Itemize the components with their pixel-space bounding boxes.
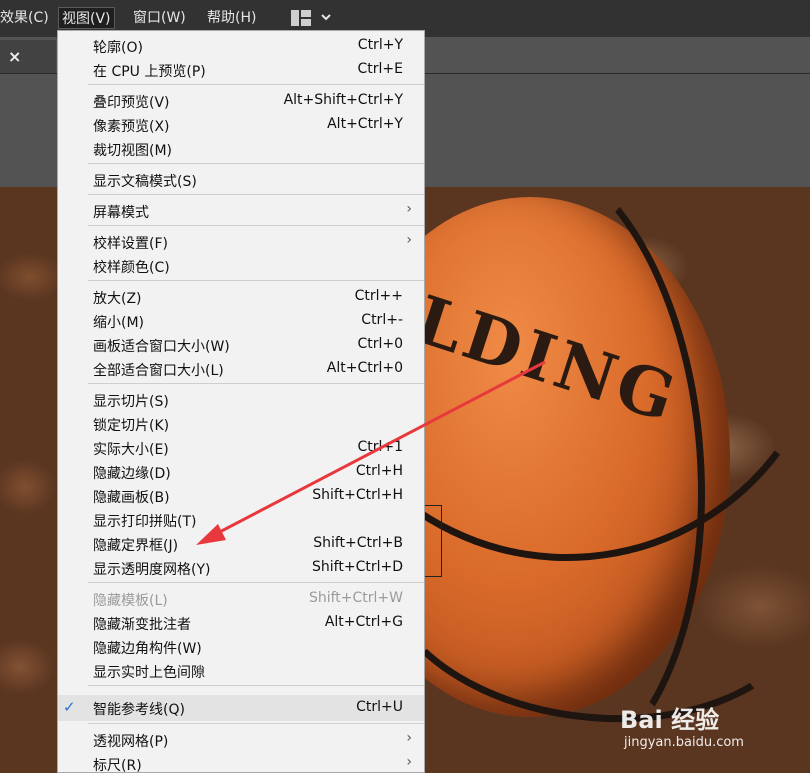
bounding-box-edge [425,505,442,577]
workspace-switcher-icon[interactable] [290,9,336,27]
menu-item-cpu-preview[interactable]: 在 CPU 上预览(P) Ctrl+E [58,58,424,82]
menu-item-zoom-in[interactable]: 放大(Z) Ctrl++ [58,285,424,309]
menu-item-hide-artboards[interactable]: 隐藏画板(B) Shift+Ctrl+H [58,484,424,508]
menu-item-hide-template: 隐藏模板(L) Shift+Ctrl+W [93,590,403,609]
menu-separator [88,280,424,281]
menu-item-overprint-preview[interactable]: 叠印预览(V) Alt+Shift+Ctrl+Y [58,89,424,113]
document-tab[interactable]: × [0,40,56,74]
menu-item-rulers[interactable]: 标尺(R) › [58,752,424,772]
menu-item-hide-corner-widget[interactable]: 隐藏边角构件(W) [58,635,424,659]
baidu-watermark: Bai 经验 [620,706,720,734]
watermark-url: jingyan.baidu.com [624,735,744,750]
chevron-right-icon: › [406,754,412,770]
menu-item-proof-setup[interactable]: 校样设置(F) › [58,230,424,254]
menu-item-perspective-grid[interactable]: 透视网格(P) › [58,728,424,752]
menu-separator [88,723,424,724]
menu-item-presentation-mode[interactable]: 显示文稿模式(S) [58,168,424,192]
menu-item-show-live-paint-gaps[interactable]: 显示实时上色间隙 [58,659,424,683]
chevron-right-icon: › [406,730,412,746]
menu-window[interactable]: 窗口(W) [129,7,190,29]
chevron-right-icon: › [406,201,412,217]
menu-item-smart-guides[interactable]: ✓ 智能参考线(Q) Ctrl+U [58,695,424,721]
menu-help[interactable]: 帮助(H) [203,7,260,29]
menu-item-screen-mode[interactable]: 屏幕模式 › [58,199,424,223]
menu-item-show-transparency-grid[interactable]: 显示透明度网格(Y) Shift+Ctrl+D [58,556,424,580]
menu-item-fit-all[interactable]: 全部适合窗口大小(L) Alt+Ctrl+0 [58,357,424,381]
menu-item-actual-size[interactable]: 实际大小(E) Ctrl+1 [58,436,424,460]
checkmark-icon: ✓ [63,698,76,716]
menu-item-outline[interactable]: 轮廓(O) Ctrl+Y [58,34,424,58]
menu-separator [88,194,424,195]
menu-item-proof-colors[interactable]: 校样颜色(C) [58,254,424,278]
chevron-right-icon: › [406,232,412,248]
menu-separator [88,685,424,686]
menu-item-show-slices[interactable]: 显示切片(S) [58,388,424,412]
menu-item-lock-slices[interactable]: 锁定切片(K) [58,412,424,436]
menu-separator [88,383,424,384]
menu-item-hide-gradient-annotator[interactable]: 隐藏渐变批注者 Alt+Ctrl+G [58,611,424,635]
menu-separator [88,225,424,226]
menu-item-hide-edges[interactable]: 隐藏边缘(D) Ctrl+H [58,460,424,484]
menu-item-fit-artboard[interactable]: 画板适合窗口大小(W) Ctrl+0 [58,333,424,357]
close-icon[interactable]: × [8,47,21,66]
view-dropdown-menu: 轮廓(O) Ctrl+Y 在 CPU 上预览(P) Ctrl+E 叠印预览(V)… [57,30,425,773]
menu-effect[interactable]: 效果(C) [0,7,53,29]
menu-item-hide-bounding-box[interactable]: 隐藏定界框(J) Shift+Ctrl+B [58,532,424,556]
menu-item-zoom-out[interactable]: 缩小(M) Ctrl+- [58,309,424,333]
menu-separator [88,163,424,164]
menu-item-show-print-tiling[interactable]: 显示打印拼贴(T) [58,508,424,532]
menu-item-pixel-preview[interactable]: 像素预览(X) Alt+Ctrl+Y [58,113,424,137]
menu-separator [88,582,424,583]
menu-separator [88,84,424,85]
menu-view[interactable]: 视图(V) [58,7,115,29]
menu-item-trim-view[interactable]: 裁切视图(M) [58,137,424,161]
